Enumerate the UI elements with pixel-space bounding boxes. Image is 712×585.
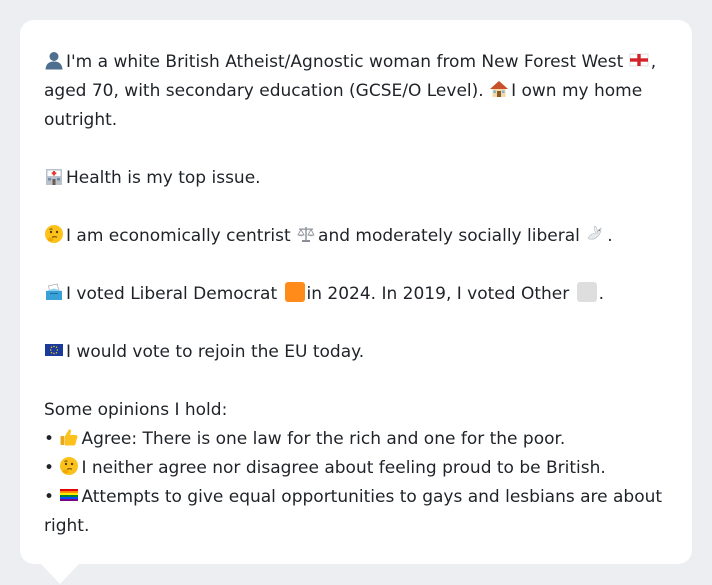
health-text: Health is my top issue. — [66, 168, 261, 188]
economic-text-2: and moderately socially liberal — [318, 226, 580, 246]
thumbs-up-icon — [59, 427, 79, 447]
bubble-tail — [40, 563, 80, 584]
libdem-color-swatch — [284, 282, 305, 302]
eu-flag-icon — [44, 340, 64, 360]
opinion-text: I neither agree nor disagree about feeli… — [81, 458, 606, 478]
opinion-item: • Agree: There is one law for the rich a… — [44, 425, 668, 454]
vote-text-1: I voted Liberal Democrat — [66, 284, 278, 304]
england-flag-icon — [629, 50, 649, 70]
vote-text-2: in 2024. In 2019, I voted Other — [306, 284, 570, 304]
intro-text-1: I'm a white British Atheist/Agnostic wom… — [66, 52, 624, 72]
economic-paragraph: I am economically centrist and moderatel… — [44, 222, 668, 251]
bullet: • — [44, 487, 55, 507]
thinking-face-icon — [59, 456, 79, 476]
intro-paragraph: I'm a white British Atheist/Agnostic wom… — [44, 48, 668, 135]
ballot-box-icon — [44, 282, 64, 302]
eu-text: I would vote to rejoin the EU today. — [66, 342, 365, 362]
opinion-item: • I neither agree nor disagree about fee… — [44, 454, 668, 483]
opinion-item: • Attempts to give equal opportunities t… — [44, 483, 668, 541]
economic-text-1: I am economically centrist — [66, 226, 291, 246]
dove-icon — [585, 224, 605, 244]
economic-text-3: . — [607, 226, 613, 246]
eu-paragraph: I would vote to rejoin the EU today. — [44, 338, 668, 367]
balance-scale-icon — [296, 224, 316, 244]
health-paragraph: Health is my top issue. — [44, 164, 668, 193]
opinions-header: Some opinions I hold: — [44, 400, 228, 420]
hospital-icon — [44, 166, 64, 186]
opinion-text: Agree: There is one law for the rich and… — [81, 429, 566, 449]
vote-text-3: . — [598, 284, 605, 304]
rainbow-flag-icon — [59, 485, 79, 505]
vote-paragraph: I voted Liberal Democrat in 2024. In 201… — [44, 280, 668, 309]
house-icon — [489, 79, 509, 99]
bullet: • — [44, 458, 55, 478]
bust-in-silhouette-icon — [44, 50, 64, 70]
bullet: • — [44, 429, 55, 449]
other-color-swatch — [576, 282, 597, 302]
thinking-face-icon — [44, 224, 64, 244]
opinion-text: Attempts to give equal opportunities to … — [44, 487, 663, 536]
persona-bubble: I'm a white British Atheist/Agnostic wom… — [20, 20, 692, 564]
